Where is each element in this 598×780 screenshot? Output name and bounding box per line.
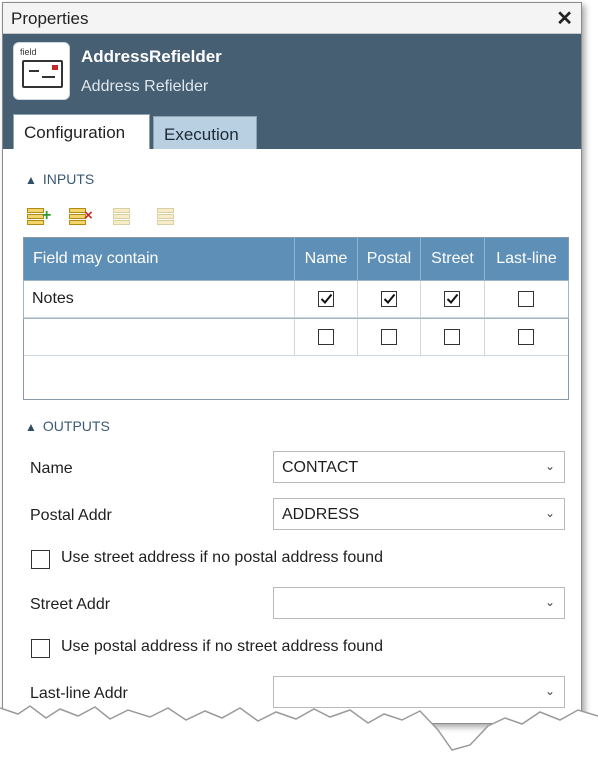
use-street-checkbox-label: Use street address if no postal address … (61, 549, 383, 566)
tool-subtitle: Address Refielder (81, 78, 209, 95)
table-row[interactable]: Notes (23, 280, 569, 319)
use-postal-checkbox-box[interactable] (31, 639, 50, 658)
tool-header: field AddressRefielder Address Refielder… (3, 34, 581, 149)
move-up-icon[interactable] (113, 206, 135, 230)
tool-name: AddressRefielder (81, 47, 222, 66)
tab-configuration[interactable]: Configuration (13, 114, 150, 149)
column-name[interactable]: Name (295, 238, 358, 280)
properties-panel: Properties ✕ field AddressRefielder Addr… (2, 2, 582, 724)
close-icon[interactable]: ✕ (556, 6, 573, 31)
street-checkbox[interactable] (444, 291, 460, 307)
move-down-icon[interactable] (157, 206, 179, 230)
name-checkbox[interactable] (318, 329, 334, 345)
name-select[interactable]: CONTACT ⌄ (273, 451, 565, 483)
checkmark-icon (383, 293, 396, 304)
table-row[interactable] (24, 319, 568, 356)
street-checkbox[interactable] (444, 329, 460, 345)
postal-addr-select-value: ADDRESS (282, 506, 360, 523)
chevron-up-icon: ▲ (25, 173, 37, 187)
outputs-heading: OUTPUTS (42, 418, 110, 434)
torn-edge-decoration (0, 705, 598, 780)
panel-titlebar: Properties ✕ (3, 3, 581, 34)
street-addr-select[interactable]: ⌄ (273, 587, 565, 619)
tool-icon-label: field (20, 47, 37, 57)
chevron-down-icon: ⌄ (544, 506, 555, 520)
postal-checkbox[interactable] (381, 291, 397, 307)
last-line-checkbox[interactable] (518, 291, 534, 307)
checkmark-icon (320, 293, 333, 304)
use-street-checkbox-box[interactable] (31, 550, 50, 569)
chevron-down-icon: ⌄ (544, 595, 555, 609)
name-label: Name (30, 460, 73, 477)
panel-title: Properties (11, 9, 89, 28)
street-addr-label: Street Addr (30, 596, 111, 613)
tab-execution[interactable]: Execution (153, 116, 257, 149)
inputs-heading: INPUTS (42, 171, 95, 187)
inputs-section-toggle[interactable]: ▲ INPUTS (25, 171, 94, 187)
field-cell[interactable]: Notes (32, 290, 74, 308)
name-checkbox[interactable] (318, 291, 334, 307)
last-line-checkbox[interactable] (518, 329, 534, 345)
postal-addr-select[interactable]: ADDRESS ⌄ (273, 498, 565, 530)
inputs-table: Field may contain Name Postal Street Las… (23, 237, 569, 400)
table-header: Field may contain Name Postal Street Las… (24, 238, 568, 280)
column-street[interactable]: Street (421, 238, 485, 280)
address-card-icon: field (13, 42, 70, 100)
add-field-icon[interactable]: + (27, 206, 51, 230)
postal-addr-label: Postal Addr (30, 507, 112, 524)
postal-checkbox[interactable] (381, 329, 397, 345)
name-select-value: CONTACT (282, 459, 359, 476)
column-field-may-contain[interactable]: Field may contain (24, 238, 295, 280)
chevron-up-icon: ▲ (25, 420, 37, 434)
use-postal-checkbox-label: Use postal address if no street address … (61, 638, 383, 655)
column-last-line[interactable]: Last-line (485, 238, 568, 280)
checkmark-icon (446, 293, 459, 304)
remove-field-icon[interactable]: × (69, 206, 93, 230)
column-postal[interactable]: Postal (358, 238, 421, 280)
outputs-section-toggle[interactable]: ▲ OUTPUTS (25, 418, 110, 434)
chevron-down-icon: ⌄ (544, 459, 555, 473)
